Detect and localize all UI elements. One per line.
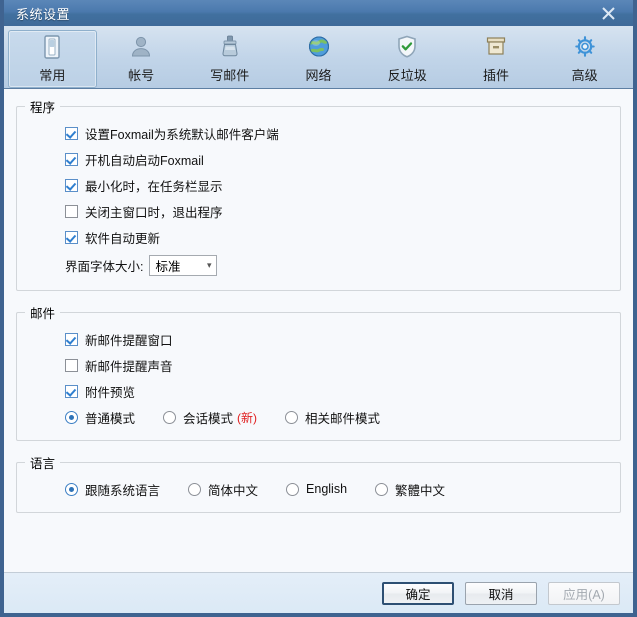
checkbox-row-close-exits[interactable]: 关闭主窗口时，退出程序: [17, 198, 620, 224]
new-badge: (新): [237, 409, 257, 426]
language-radio-group: 跟随系统语言 简体中文 English 繁體中文: [17, 476, 620, 502]
tab-compose-label: 写邮件: [210, 65, 249, 84]
tab-general-label: 常用: [39, 65, 65, 84]
checkbox-row-new-mail-popup[interactable]: 新邮件提醒窗口: [17, 326, 620, 352]
checkbox-close-exits-label: 关闭主窗口时，退出程序: [85, 202, 223, 221]
mail-group-legend: 邮件: [25, 303, 60, 322]
checkbox-new-mail-popup-label: 新邮件提醒窗口: [85, 330, 173, 349]
font-size-row: 界面字体大小: 标准 ▾: [17, 250, 620, 280]
tab-plugins[interactable]: 插件: [452, 30, 541, 88]
tab-compose[interactable]: 写邮件: [185, 30, 274, 88]
tab-general[interactable]: 常用: [8, 30, 97, 88]
checkbox-minimize-tray-label: 最小化时，在任务栏显示: [85, 176, 223, 195]
checkbox-autostart[interactable]: [65, 153, 78, 166]
plugin-box-icon: [484, 32, 508, 62]
checkbox-new-mail-sound[interactable]: [65, 359, 78, 372]
checkbox-default-client[interactable]: [65, 127, 78, 140]
tab-antispam-label: 反垃圾: [388, 65, 427, 84]
radio-language-system-button[interactable]: [65, 483, 78, 496]
window-title: 系统设置: [16, 4, 70, 23]
general-settings-icon: [40, 32, 64, 62]
radio-language-traditional-chinese-label: 繁體中文: [395, 480, 445, 499]
mail-mode-radio-group: 普通模式 会话模式 (新) 相关邮件模式: [17, 404, 620, 430]
ok-button[interactable]: 确定: [382, 582, 454, 605]
antispam-shield-check-icon: [395, 32, 419, 62]
tab-advanced[interactable]: 高级: [540, 30, 629, 88]
tab-network-label: 网络: [306, 65, 332, 84]
compose-mail-inkpot-icon: [218, 32, 242, 62]
apply-button-label: 应用(A): [563, 584, 605, 603]
radio-language-traditional-chinese-button[interactable]: [375, 483, 388, 496]
tab-account-label: 帐号: [128, 65, 154, 84]
tab-account[interactable]: 帐号: [97, 30, 186, 88]
tab-antispam[interactable]: 反垃圾: [363, 30, 452, 88]
tab-advanced-label: 高级: [572, 65, 598, 84]
radio-language-system-label: 跟随系统语言: [85, 480, 160, 499]
checkbox-row-default-client[interactable]: 设置Foxmail为系统默认邮件客户端: [17, 120, 620, 146]
radio-mode-related-button[interactable]: [285, 411, 298, 424]
radio-mode-related-label: 相关邮件模式: [305, 408, 380, 427]
apply-button: 应用(A): [548, 582, 620, 605]
dialog-button-bar: 确定 取消 应用(A): [4, 572, 633, 613]
program-group-legend: 程序: [25, 97, 60, 116]
radio-language-simplified-chinese-label: 简体中文: [208, 480, 258, 499]
radio-mode-normal[interactable]: 普通模式: [65, 408, 135, 427]
checkbox-row-new-mail-sound[interactable]: 新邮件提醒声音: [17, 352, 620, 378]
checkbox-autostart-label: 开机自动启动Foxmail: [85, 150, 204, 169]
radio-mode-normal-label: 普通模式: [85, 408, 135, 427]
chevron-down-icon: ▾: [207, 261, 212, 270]
close-icon: [601, 6, 616, 21]
radio-mode-related[interactable]: 相关邮件模式: [285, 408, 380, 427]
font-size-select-value: 标准: [155, 256, 180, 275]
settings-tab-bar: 常用 帐号 写邮件: [4, 26, 633, 89]
title-bar: 系统设置: [4, 0, 633, 26]
radio-language-english-button[interactable]: [286, 483, 299, 496]
checkbox-row-autostart[interactable]: 开机自动启动Foxmail: [17, 146, 620, 172]
tab-network[interactable]: 网络: [274, 30, 363, 88]
checkbox-auto-update[interactable]: [65, 231, 78, 244]
radio-language-english-label: English: [306, 482, 347, 496]
account-user-icon: [129, 32, 153, 62]
radio-language-simplified-chinese[interactable]: 简体中文: [188, 480, 258, 499]
checkbox-auto-update-label: 软件自动更新: [85, 228, 160, 247]
checkbox-row-auto-update[interactable]: 软件自动更新: [17, 224, 620, 250]
system-settings-dialog: 系统设置 常用: [0, 0, 637, 617]
network-globe-icon: [307, 32, 331, 62]
radio-mode-conversation[interactable]: 会话模式 (新): [163, 408, 257, 427]
font-size-label: 界面字体大小:: [65, 256, 143, 275]
checkbox-close-exits[interactable]: [65, 205, 78, 218]
mail-group: 邮件 新邮件提醒窗口 新邮件提醒声音 附件预览 普通模式: [16, 303, 621, 441]
language-group: 语言 跟随系统语言 简体中文 English 繁體中文: [16, 453, 621, 513]
checkbox-new-mail-popup[interactable]: [65, 333, 78, 346]
checkbox-new-mail-sound-label: 新邮件提醒声音: [85, 356, 173, 375]
program-group: 程序 设置Foxmail为系统默认邮件客户端 开机自动启动Foxmail 最小化…: [16, 97, 621, 291]
checkbox-attachment-preview[interactable]: [65, 385, 78, 398]
checkbox-minimize-tray[interactable]: [65, 179, 78, 192]
radio-mode-conversation-button[interactable]: [163, 411, 176, 424]
advanced-gear-icon: [573, 32, 597, 62]
tab-plugins-label: 插件: [483, 65, 509, 84]
checkbox-default-client-label: 设置Foxmail为系统默认邮件客户端: [85, 124, 279, 143]
settings-content-panel: 程序 设置Foxmail为系统默认邮件客户端 开机自动启动Foxmail 最小化…: [4, 89, 633, 572]
checkbox-attachment-preview-label: 附件预览: [85, 382, 135, 401]
radio-language-english[interactable]: English: [286, 482, 347, 496]
radio-mode-normal-button[interactable]: [65, 411, 78, 424]
cancel-button-label: 取消: [488, 584, 513, 603]
cancel-button[interactable]: 取消: [465, 582, 537, 605]
checkbox-row-minimize-tray[interactable]: 最小化时，在任务栏显示: [17, 172, 620, 198]
ok-button-label: 确定: [405, 584, 430, 603]
language-group-legend: 语言: [25, 453, 60, 472]
radio-mode-conversation-label: 会话模式: [183, 408, 233, 427]
radio-language-system[interactable]: 跟随系统语言: [65, 480, 160, 499]
close-button[interactable]: [591, 0, 625, 26]
checkbox-row-attachment-preview[interactable]: 附件预览: [17, 378, 620, 404]
radio-language-simplified-chinese-button[interactable]: [188, 483, 201, 496]
radio-language-traditional-chinese[interactable]: 繁體中文: [375, 480, 445, 499]
font-size-select[interactable]: 标准 ▾: [149, 255, 217, 276]
